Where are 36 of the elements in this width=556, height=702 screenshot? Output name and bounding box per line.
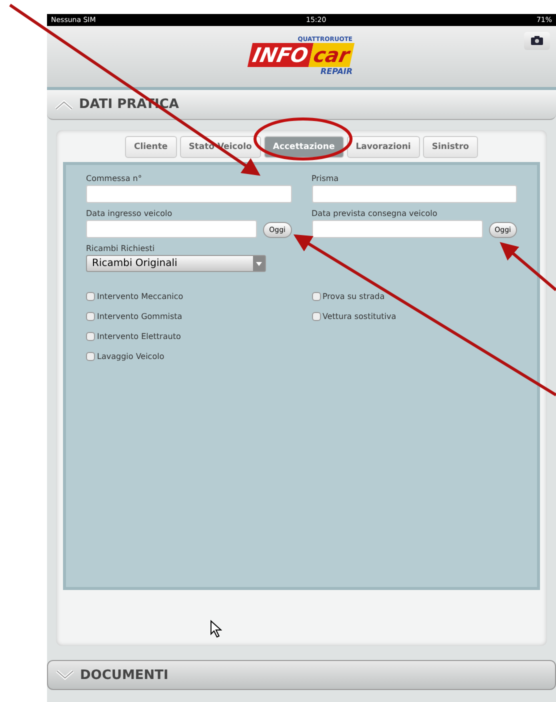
field-label: Prisma: [312, 174, 340, 184]
checkbox[interactable]: [86, 292, 95, 302]
chevron-icon: [55, 100, 73, 110]
tab[interactable]: Sinistro: [422, 136, 478, 158]
checkbox-label: Intervento Elettrauto: [97, 332, 181, 342]
logo-text: INFO: [248, 43, 314, 68]
field-label: Commessa n°: [86, 174, 143, 184]
checkbox-label: Intervento Meccanico: [97, 292, 184, 302]
input-field[interactable]: [86, 185, 292, 204]
checkbox-label: Prova su strada: [322, 292, 385, 302]
field-label: Data ingresso veicolo: [86, 209, 174, 218]
checkbox-label: Intervento Gommista: [97, 312, 182, 322]
section-title: DOCUMENTI: [80, 668, 168, 683]
checkbox-label: Lavaggio Veicolo: [97, 352, 164, 362]
tab[interactable]: Lavorazioni: [346, 136, 420, 158]
tab[interactable]: Cliente: [124, 136, 177, 158]
caret-icon: [256, 262, 262, 266]
logo-text: car: [308, 43, 356, 68]
checkbox[interactable]: [86, 352, 95, 362]
cursor-icon: [210, 620, 222, 638]
checkbox[interactable]: [312, 312, 320, 322]
checkbox[interactable]: [86, 312, 95, 322]
chevron-icon: [56, 670, 74, 680]
checkbox-label: Vettura sostitutiva: [322, 312, 396, 322]
logo-subtitle: REPAIR: [320, 67, 353, 76]
section-header[interactable]: DOCUMENTI: [47, 660, 556, 690]
camera-icon: [531, 36, 543, 46]
field-label: Ricambi Richiesti: [86, 244, 156, 254]
input-field[interactable]: [312, 185, 517, 204]
checkbox[interactable]: [312, 292, 320, 302]
date-field[interactable]: [86, 220, 258, 238]
field-label: Data prevista consegna veicolo: [312, 209, 438, 218]
checkbox[interactable]: [86, 332, 95, 342]
parts-dropdown[interactable]: Ricambi Originali: [86, 255, 266, 272]
date-field[interactable]: [312, 220, 483, 238]
camera-button[interactable]: [524, 32, 550, 50]
